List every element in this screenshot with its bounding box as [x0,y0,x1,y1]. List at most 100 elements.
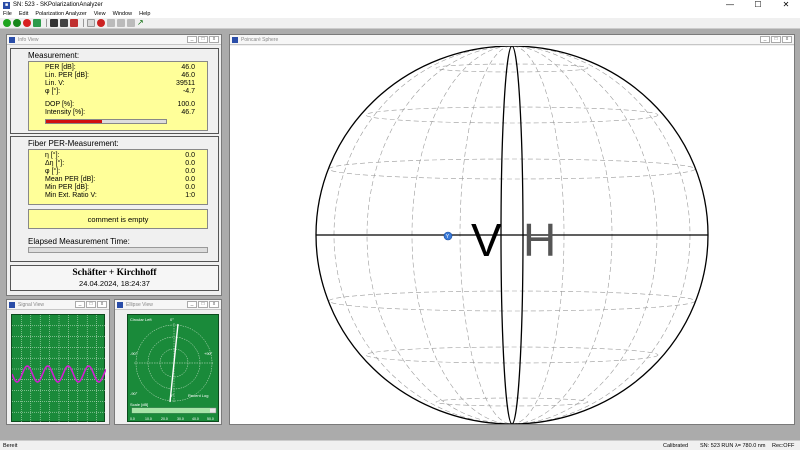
datetime: 24.04.2024, 18:24:37 [79,279,150,288]
scale-tick-0: 0.0 [130,417,135,421]
record-icon[interactable] [70,19,78,27]
menu-view[interactable]: View [94,11,106,17]
status-serial: SN: 523 RUN [700,443,734,449]
eta-value: 0.0 [185,152,195,159]
close-button[interactable]: ✕ [772,0,800,10]
signal-scope [11,314,107,423]
tick-bottom: 0° [170,393,174,398]
lin-per-value: 46.0 [181,72,195,79]
menu-edit[interactable]: Edit [19,11,28,17]
min-ext-ratio-label: Min Ext. Ratio V: [45,192,97,199]
stop-icon[interactable] [23,19,31,27]
measurement-title: Measurement: [28,51,80,60]
window-title: SN: 523 - SKPolarizationAnalyzer [13,2,103,8]
pointer-icon[interactable]: ↗ [137,19,145,27]
minimize-button[interactable]: — [716,0,744,10]
per-value: 46.0 [181,64,195,71]
phi-value: -4.7 [182,88,195,95]
status-record: Rec:OFF [772,443,795,449]
per-label: PER [dB]: [45,64,76,71]
menu-bar: File Edit Polarization Analyzer View Win… [0,10,800,18]
delta-eta-value: 0.0 [185,160,195,167]
step-icon[interactable] [13,19,21,27]
phi-label: φ [°]: [45,88,61,95]
table-icon[interactable] [127,19,135,27]
child-restore-button[interactable]: □ [198,301,208,308]
fiber-phi-label: φ [°]: [45,168,61,175]
menu-window[interactable]: Window [113,11,133,17]
scale-label: Scale [dB] [130,402,148,407]
dop-value: 100.0 [177,101,195,108]
v-pole-label: V [471,214,502,266]
toolbar-separator [46,19,47,27]
lin-v-label: Lin. V: [45,80,65,87]
mean-per-label: Mean PER [dB]: [45,176,96,183]
info-view-title: Info View [18,36,39,43]
app-icon: ■ [3,1,10,9]
scale-bar-fill [132,408,210,413]
poincare-sphere-window: Poincaré Sphere _ □ x V H Y [229,34,795,425]
sphere-icon[interactable] [97,19,105,27]
info-view-window: Info View _ □ x Measurement: PER [dB]: 46… [6,34,222,296]
fiber-section: Fiber PER-Measurement: η [°]: 0.0 Δη [°]:… [10,136,219,262]
child-minimize-button[interactable]: _ [760,36,770,43]
scale-tick-1: 10.0 [145,417,152,421]
mean-per-value: 0.0 [185,176,195,183]
status-bar: Bereit Calibrated SN: 523 RUN λ= 780.0 n… [0,440,800,450]
child-close-button[interactable]: x [782,36,792,43]
status-wavelength: λ= 780.0 nm [735,443,766,449]
status-calibrated: Calibrated [663,443,689,449]
child-close-button[interactable]: x [97,301,107,308]
child-close-button[interactable]: x [209,301,219,308]
min-ext-ratio-value: 1:0 [185,192,195,199]
h-pole-label: H [523,214,556,266]
layout-icon[interactable] [107,19,115,27]
save-as-icon[interactable] [60,19,68,27]
child-close-button[interactable]: x [209,36,219,43]
tick-left: -90° [130,351,138,356]
child-minimize-button[interactable]: _ [75,301,85,308]
measurement-section: Measurement: PER [dB]: 46.0 Lin. PER [dB]… [10,48,219,134]
comment-box[interactable]: comment is empty [28,209,208,229]
child-restore-button[interactable]: □ [771,36,781,43]
child-restore-button[interactable]: □ [86,301,96,308]
lin-v-value: 39511 [176,80,195,87]
menu-polarization-analyzer[interactable]: Polarization Analyzer [35,11,86,17]
scale-tick-5: 50.0 [207,417,214,421]
window-icon [9,301,15,308]
sphere-canvas[interactable]: V H Y [230,45,794,425]
circular-left-label: Circular Left [130,317,152,322]
min-per-label: Min PER [dB]: [45,184,89,191]
toolbar: ↗ [0,18,800,29]
min-per-value: 0.0 [185,184,195,191]
ellipse-plot: Circular Left 0° -90° +90° -90° 0° Recen… [130,317,217,421]
save-icon[interactable] [50,19,58,27]
intensity-value: 46.7 [181,109,195,116]
ellipse-view-title: Ellipse View [126,301,153,308]
run-icon[interactable] [3,19,11,27]
intensity-label: Intensity [%]: [45,109,86,116]
maximize-button[interactable]: ☐ [744,0,772,10]
fiber-panel: η [°]: 0.0 Δη [°]: 0.0 φ [°]: 0.0 Mean PER … [28,149,208,205]
toolbar-separator [83,19,84,27]
export-icon[interactable] [33,19,41,27]
intensity-bar-fill [46,120,103,123]
window-icon [117,301,123,308]
fiber-title: Fiber PER-Measurement: [28,139,119,148]
child-minimize-button[interactable]: _ [187,36,197,43]
menu-file[interactable]: File [3,11,12,17]
child-minimize-button[interactable]: _ [187,301,197,308]
grid-icon[interactable] [117,19,125,27]
menu-help[interactable]: Help [139,11,150,17]
delta-eta-label: Δη [°]: [45,160,65,167]
scale-tick-3: 30.0 [177,417,184,421]
view-icon[interactable] [87,19,95,27]
window-icon [9,36,15,43]
child-restore-button[interactable]: □ [198,36,208,43]
dop-label: DOP [%]: [45,101,75,108]
log-label: Recent Log [188,393,208,398]
eta-label: η [°]: [45,152,60,159]
brand-name: Schäfter + Kirchhoff [72,268,157,278]
tick-top: 0° [170,317,174,322]
measurement-panel: PER [dB]: 46.0 Lin. PER [dB]: 46.0 Lin. V:… [28,61,208,131]
